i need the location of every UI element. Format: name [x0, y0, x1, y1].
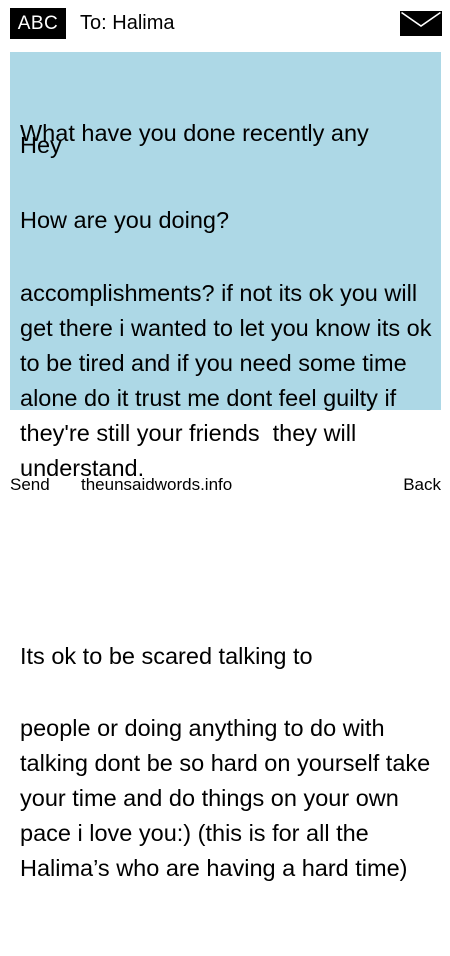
message-line-3: What have you done recently any	[20, 120, 369, 146]
recipient-field[interactable]: To: Halima	[80, 11, 175, 35]
back-softkey[interactable]: Back	[403, 474, 441, 496]
message-paragraph-2-start: Its ok to be scared talking to	[20, 643, 313, 669]
softkey-bar: Send theunsaidwords.info Back	[0, 472, 450, 500]
send-softkey[interactable]: Send	[10, 474, 50, 496]
compose-header: ABC To: Halima	[0, 0, 450, 46]
envelope-icon	[400, 11, 442, 36]
message-text: Hey How are you doing? accomplishments? …	[20, 58, 436, 956]
message-paragraph-1-text: accomplishments? if not its ok you will …	[20, 280, 439, 481]
message-line-2: How are you doing?	[20, 207, 230, 233]
input-mode-badge: ABC	[10, 8, 66, 39]
message-paragraph-2-text: people or doing anything to do with talk…	[20, 715, 437, 881]
to-label: To:	[80, 12, 107, 34]
recipient-name: Halima	[112, 12, 175, 34]
message-paragraph-2: Its ok to be scared talking to people or…	[20, 569, 436, 956]
site-watermark: theunsaidwords.info	[81, 475, 233, 494]
